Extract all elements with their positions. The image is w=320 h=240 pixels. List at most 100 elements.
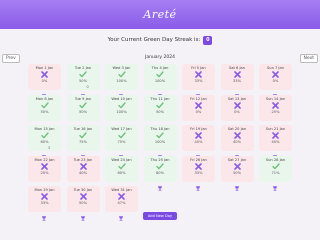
next-month-button[interactable]: Next	[299, 54, 318, 63]
trophy-icon	[118, 176, 124, 191]
day-percent: 50%	[233, 170, 241, 175]
day-percent: 25%	[271, 109, 280, 114]
check-icon	[271, 162, 280, 171]
cross-icon	[233, 70, 241, 79]
day-cell[interactable]: Wed 10 Jan 100%	[105, 94, 138, 130]
trophy-icon	[41, 206, 47, 221]
trophy-icon	[118, 84, 124, 99]
check-icon	[117, 101, 126, 110]
add-new-day-button[interactable]: Add New Day	[143, 212, 177, 220]
day-cell[interactable]: Sun 21 Jan 40%	[259, 125, 292, 160]
day-percent: 100%	[116, 109, 127, 114]
day-cell[interactable]: Mon 15 Jan 60% 3	[28, 125, 61, 160]
streak-count-badge: 0	[203, 35, 213, 45]
day-percent: 33%	[194, 170, 203, 175]
app-header: Areté	[0, 0, 320, 29]
day-percent: 33%	[40, 201, 49, 205]
day-cell[interactable]: Sun 28 Jan 71%	[259, 155, 292, 191]
trophy-count: 3	[48, 146, 51, 150]
check-icon	[156, 101, 164, 110]
day-cell[interactable]: Tue 23 Jan 40%	[66, 155, 100, 191]
day-cell[interactable]: Wed 17 Jan 75%	[105, 125, 138, 160]
day-percent: 50%	[79, 79, 87, 83]
day-cell[interactable]: Wed 24 Jan 60%	[105, 155, 138, 191]
cross-icon	[79, 162, 87, 171]
day-cell[interactable]: Thu 11 Jan 50%	[143, 94, 177, 130]
day-percent: 80%	[156, 170, 164, 175]
day-percent: 0%	[272, 79, 279, 83]
trophy-icon	[157, 145, 163, 160]
day-cell[interactable]: Sat 6 Jan 33%	[220, 64, 254, 99]
day-cell[interactable]: Mon 8 Jan 50%	[28, 94, 61, 130]
trophy-icon	[234, 145, 240, 160]
check-icon	[79, 131, 87, 140]
day-cell[interactable]: Fri 12 Jan 0%	[182, 94, 215, 130]
trophy-count: 0	[86, 85, 89, 89]
cross-icon	[272, 101, 279, 110]
day-cell[interactable]: Thu 25 Jan 80%	[143, 155, 177, 191]
day-cell[interactable]: Mon 29 Jan 33%	[28, 186, 61, 221]
calendar-grid: Mon 1 Jan 0% Tue 2 Jan 50% 0 Wed 3 Jan 100% Thu…	[28, 64, 292, 221]
day-cell[interactable]: Wed 3 Jan 100%	[105, 64, 138, 99]
day-cell[interactable]: Sun 14 Jan 25%	[259, 94, 292, 130]
day-percent: 100%	[116, 79, 127, 83]
day-percent: 75%	[117, 140, 126, 144]
day-percent: 40%	[79, 170, 87, 175]
day-cell[interactable]: Sat 27 Jan 50%	[220, 155, 254, 191]
trophy-icon	[118, 206, 124, 221]
day-cell[interactable]: Sun 7 Jan 0%	[259, 64, 292, 99]
day-cell[interactable]: Sat 20 Jan 40%	[220, 125, 254, 160]
day-percent: 40%	[271, 140, 280, 144]
day-percent: 33%	[233, 79, 241, 83]
day-cell[interactable]: Tue 9 Jan 50%	[66, 94, 100, 130]
day-cell[interactable]: Mon 22 Jan 20%	[28, 155, 61, 191]
check-icon	[79, 101, 87, 110]
day-percent: 71%	[271, 170, 280, 175]
cross-icon	[233, 131, 241, 140]
trophy-icon	[195, 115, 201, 130]
trophy-icon	[234, 176, 240, 191]
day-percent: 100%	[154, 79, 166, 83]
day-cell[interactable]: Sat 13 Jan 0%	[220, 94, 254, 130]
month-title: January 2024	[145, 55, 175, 60]
day-cell[interactable]: Fri 26 Jan 33%	[182, 155, 215, 191]
trophy-icon	[118, 145, 124, 160]
day-cell[interactable]: Tue 30 Jan 50%	[66, 186, 100, 221]
day-percent: 0%	[234, 109, 240, 114]
cross-icon	[195, 162, 202, 171]
day-cell[interactable]: Fri 19 Jan 40%	[182, 125, 215, 160]
trophy-icon	[157, 115, 163, 130]
check-icon	[117, 162, 126, 171]
day-cell[interactable]: Thu 4 Jan 100%	[143, 64, 177, 99]
trophy-icon	[80, 206, 86, 221]
day-cell[interactable]: Thu 18 Jan 100%	[143, 125, 177, 160]
cross-icon	[272, 131, 279, 140]
check-icon	[156, 162, 164, 171]
day-percent: 50%	[156, 109, 164, 114]
cross-icon	[233, 162, 241, 171]
cross-icon	[41, 192, 48, 201]
cross-icon	[272, 70, 279, 79]
day-percent: 50%	[40, 109, 49, 114]
trophy-icon	[80, 176, 86, 191]
cross-icon	[41, 70, 48, 79]
check-icon	[40, 101, 49, 110]
day-percent: 50%	[79, 201, 87, 205]
day-percent: 40%	[233, 140, 241, 144]
trophy-icon	[234, 115, 240, 130]
day-percent: 47%	[117, 201, 126, 205]
day-cell[interactable]: Tue 16 Jan 75%	[66, 125, 100, 160]
check-icon	[156, 131, 164, 140]
day-cell[interactable]: Tue 2 Jan 50% 0	[66, 64, 100, 99]
check-icon	[156, 70, 164, 79]
trophy-icon	[195, 84, 201, 99]
trophy-icon	[41, 145, 47, 160]
day-percent: 60%	[40, 140, 49, 144]
day-cell[interactable]: Wed 31 Jan 47%	[105, 186, 138, 221]
trophy-icon	[80, 115, 86, 130]
day-cell[interactable]: Mon 1 Jan 0%	[28, 64, 61, 99]
trophy-icon	[195, 145, 201, 160]
trophy-icon	[118, 115, 124, 130]
trophy-icon	[41, 176, 47, 191]
day-cell[interactable]: Fri 5 Jan 33%	[182, 64, 215, 99]
